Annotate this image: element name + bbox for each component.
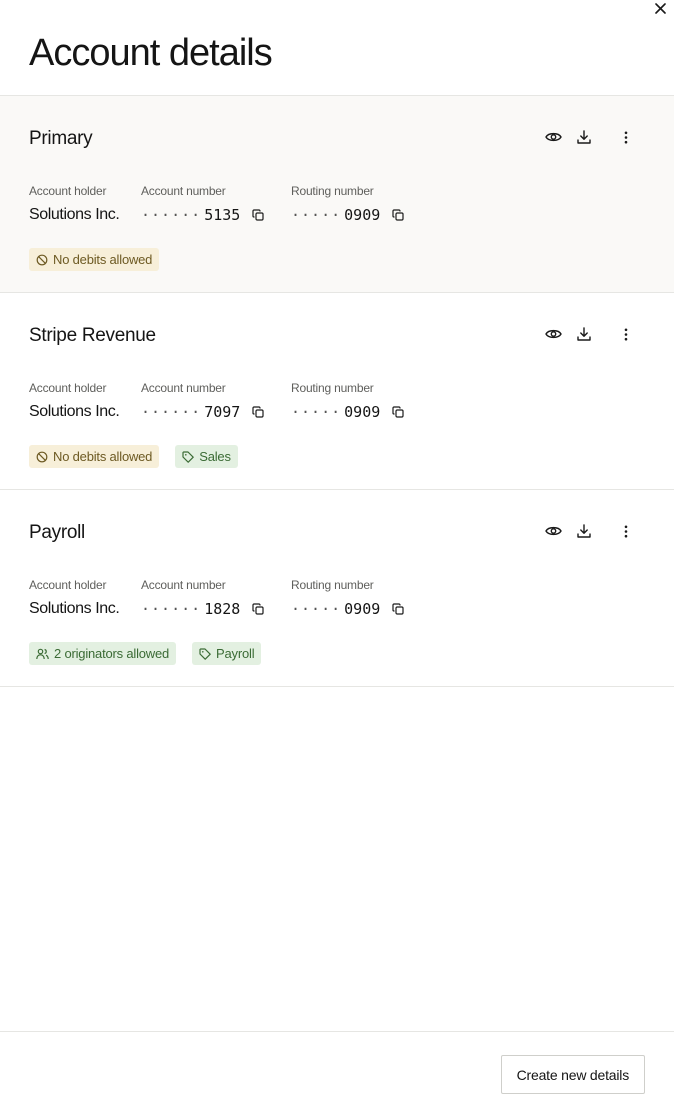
more-options-icon[interactable] [617, 522, 635, 540]
badge-list: No debits allowed Sales [29, 445, 238, 468]
card-actions [544, 128, 635, 146]
account-number-label: Account number [141, 184, 226, 198]
download-icon[interactable] [575, 325, 593, 343]
no-entry-icon [36, 254, 48, 265]
account-name: Primary [29, 128, 93, 149]
download-icon[interactable] [575, 128, 593, 146]
download-icon[interactable] [575, 522, 593, 540]
account-number-value: ······ 1828 [141, 599, 266, 619]
account-name: Payroll [29, 522, 85, 543]
copy-icon[interactable] [392, 405, 406, 419]
account-number-label: Account number [141, 578, 226, 592]
routing-last4: 0909 [344, 600, 381, 618]
masked-dots: ····· [291, 403, 342, 421]
badge-label: Payroll [216, 646, 255, 661]
page-title: Account details [29, 32, 273, 74]
close-button[interactable] [652, 0, 668, 16]
panel-header: Account details [0, 0, 674, 96]
masked-dots: ····· [291, 206, 342, 224]
masked-dots: ······ [141, 403, 202, 421]
account-last4: 1828 [204, 600, 241, 618]
routing-number-value: ····· 0909 [291, 599, 406, 619]
routing-last4: 0909 [344, 403, 381, 421]
eye-icon[interactable] [544, 522, 562, 540]
tag-badge: Payroll [192, 642, 262, 665]
originators-badge: 2 originators allowed [29, 642, 177, 665]
account-card-payroll[interactable]: Payroll Account holder Account number Ro… [0, 490, 674, 687]
badge-list: No debits allowed [29, 248, 160, 271]
card-actions [544, 325, 635, 343]
routing-number-label: Routing number [291, 184, 374, 198]
close-icon [654, 2, 666, 14]
tag-icon [199, 647, 211, 660]
masked-dots: ······ [141, 600, 202, 618]
badge-label: No debits allowed [53, 252, 153, 267]
account-last4: 5135 [204, 206, 241, 224]
account-details-panel: Account details Primary Account holder A… [0, 0, 674, 1104]
routing-last4: 0909 [344, 206, 381, 224]
more-options-icon[interactable] [617, 128, 635, 146]
account-number-value: ······ 5135 [141, 205, 266, 225]
eye-icon[interactable] [544, 325, 562, 343]
account-name: Stripe Revenue [29, 325, 156, 346]
account-holder-label: Account holder [29, 578, 107, 592]
account-holder-value: Solutions Inc. [29, 206, 120, 223]
routing-number-value: ····· 0909 [291, 205, 406, 225]
routing-number-value: ····· 0909 [291, 402, 406, 422]
account-holder-label: Account holder [29, 184, 107, 198]
status-badge: No debits allowed [29, 248, 160, 271]
users-icon [36, 648, 49, 659]
panel-footer: Create new details [0, 1031, 674, 1104]
card-actions [544, 522, 635, 540]
badge-list: 2 originators allowed Payroll [29, 642, 262, 665]
no-entry-icon [36, 451, 48, 462]
copy-icon[interactable] [252, 602, 266, 616]
routing-number-label: Routing number [291, 381, 374, 395]
copy-icon[interactable] [252, 208, 266, 222]
badge-label: No debits allowed [53, 449, 153, 464]
copy-icon[interactable] [392, 208, 406, 222]
masked-dots: ····· [291, 600, 342, 618]
badge-label: 2 originators allowed [54, 646, 170, 661]
status-badge: No debits allowed [29, 445, 160, 468]
eye-icon[interactable] [544, 128, 562, 146]
tag-icon [182, 450, 195, 463]
account-card-primary[interactable]: Primary Account holder Account number Ro… [0, 96, 674, 293]
account-holder-value: Solutions Inc. [29, 600, 120, 617]
account-holder-label: Account holder [29, 381, 107, 395]
tag-badge: Sales [175, 445, 238, 468]
copy-icon[interactable] [392, 602, 406, 616]
masked-dots: ······ [141, 206, 202, 224]
badge-label: Sales [199, 449, 231, 464]
account-holder-value: Solutions Inc. [29, 403, 120, 420]
create-new-details-button[interactable]: Create new details [500, 1055, 645, 1094]
copy-icon[interactable] [252, 405, 266, 419]
more-options-icon[interactable] [617, 325, 635, 343]
account-last4: 7097 [204, 403, 241, 421]
account-number-value: ······ 7097 [141, 402, 266, 422]
account-number-label: Account number [141, 381, 226, 395]
routing-number-label: Routing number [291, 578, 374, 592]
account-card-stripe-revenue[interactable]: Stripe Revenue Account holder Account nu… [0, 293, 674, 490]
